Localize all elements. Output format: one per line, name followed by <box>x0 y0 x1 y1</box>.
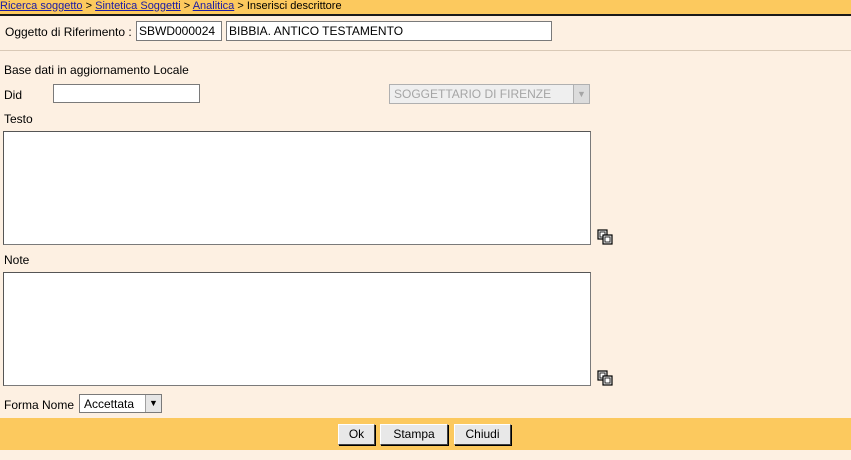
did-label: Did <box>4 88 23 102</box>
testo-label: Testo <box>4 112 33 126</box>
page: Ricerca soggetto > Sintetica Soggetti > … <box>0 0 851 460</box>
breadcrumb-separator: > <box>183 0 191 12</box>
breadcrumb: Ricerca soggetto > Sintetica Soggetti > … <box>0 0 851 14</box>
breadcrumb-current: Inserisci descrittore <box>246 0 342 12</box>
copy-icon[interactable] <box>597 229 613 245</box>
thesaurus-select[interactable]: SOGGETTARIO DI FIRENZE ▼ <box>389 84 590 104</box>
reference-row: Oggetto di Riferimento : SBWD000024 BIBB… <box>0 16 851 50</box>
forma-nome-select[interactable]: Accettata ▼ <box>79 394 162 413</box>
breadcrumb-separator: > <box>85 0 93 12</box>
forma-nome-label: Forma Nome <box>4 398 75 412</box>
forma-nome-select-value: Accettata <box>84 397 135 411</box>
print-button[interactable]: Stampa <box>380 424 448 445</box>
breadcrumb-separator: > <box>237 0 244 12</box>
chevron-down-icon[interactable]: ▼ <box>145 395 161 412</box>
button-bar: Ok Stampa Chiudi <box>0 418 851 450</box>
ok-button[interactable]: Ok <box>338 424 375 445</box>
breadcrumb-link-analitica[interactable]: Analitica <box>193 0 235 12</box>
note-textarea[interactable] <box>3 272 591 386</box>
bottom-strip <box>0 450 851 460</box>
breadcrumb-link-sintetica-soggetti[interactable]: Sintetica Soggetti <box>95 0 181 12</box>
reference-label: Oggetto di Riferimento : <box>5 25 132 39</box>
note-label: Note <box>4 253 30 267</box>
chevron-down-icon[interactable]: ▼ <box>573 85 589 103</box>
breadcrumb-link-ricerca-soggetto[interactable]: Ricerca soggetto <box>0 0 83 12</box>
testo-textarea[interactable] <box>3 131 591 245</box>
close-button[interactable]: Chiudi <box>454 424 511 445</box>
copy-icon[interactable] <box>597 370 613 386</box>
database-label: Base dati in aggiornamento Locale <box>4 63 189 77</box>
section-divider <box>0 50 851 51</box>
did-input[interactable] <box>53 84 200 103</box>
reference-code-field[interactable]: SBWD000024 <box>136 21 222 41</box>
thesaurus-select-value: SOGGETTARIO DI FIRENZE <box>394 87 552 101</box>
reference-title-field[interactable]: BIBBIA. ANTICO TESTAMENTO <box>226 21 552 41</box>
